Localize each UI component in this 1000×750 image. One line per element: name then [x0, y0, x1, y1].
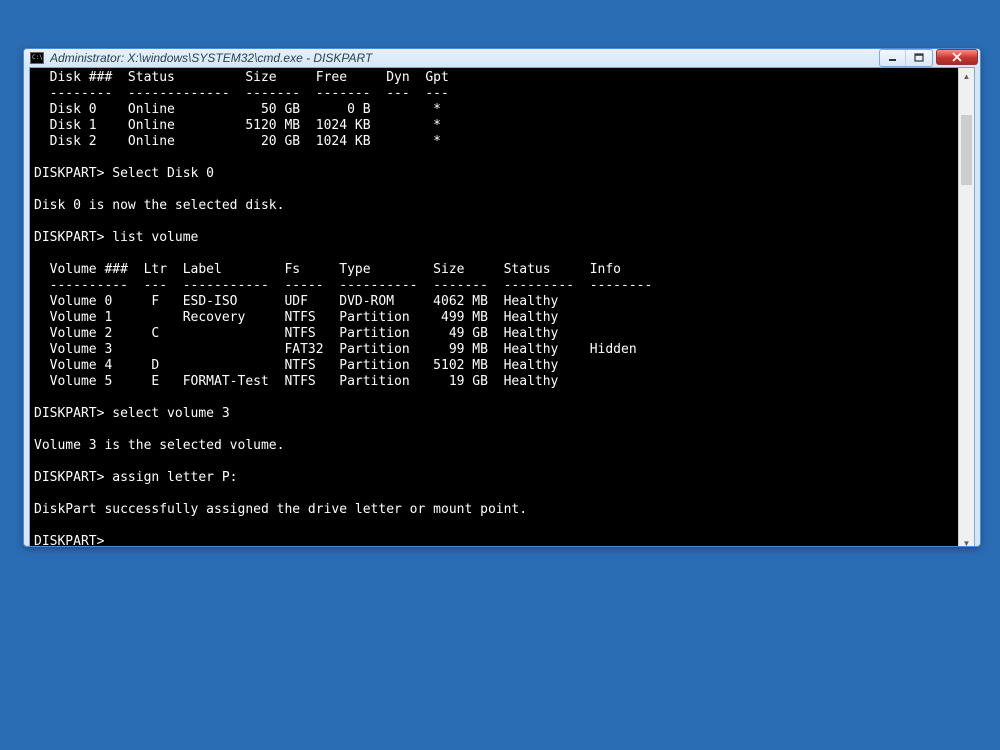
response-line: DiskPart successfully assigned the drive… [34, 502, 527, 517]
maximize-button[interactable] [906, 50, 932, 66]
response-line: Disk 0 is now the selected disk. [34, 198, 284, 213]
disk-list-divider: -------- ------------- ------- ------- -… [34, 86, 449, 101]
scroll-track[interactable] [959, 85, 974, 535]
disk-list-header: Disk ### Status Size Free Dyn Gpt [34, 70, 449, 85]
disk-row: Disk 0 Online 50 GB 0 B * [34, 102, 441, 117]
client-area: Disk ### Status Size Free Dyn Gpt ------… [29, 67, 975, 547]
vertical-scrollbar[interactable]: ▲ ▼ [958, 68, 974, 547]
prompt-line: DISKPART> assign letter P: [34, 470, 238, 485]
volume-row: Volume 2 C NTFS Partition 49 GB Healthy [34, 326, 558, 341]
minimize-icon [888, 53, 898, 63]
volume-list-header: Volume ### Ltr Label Fs Type Size Status… [34, 262, 621, 277]
prompt-line: DISKPART> select volume 3 [34, 406, 230, 421]
chevron-up-icon: ▲ [963, 72, 971, 81]
chevron-down-icon: ▼ [963, 539, 971, 547]
maximize-icon [914, 53, 924, 63]
disk-row: Disk 1 Online 5120 MB 1024 KB * [34, 118, 441, 133]
scroll-down-button[interactable]: ▼ [959, 535, 974, 547]
title-bar[interactable]: C:\ Administrator: X:\windows\SYSTEM32\c… [24, 49, 980, 67]
volume-row: Volume 0 F ESD-ISO UDF DVD-ROM 4062 MB H… [34, 294, 558, 309]
scroll-up-button[interactable]: ▲ [959, 68, 974, 85]
prompt-line: DISKPART> Select Disk 0 [34, 166, 214, 181]
minimize-button[interactable] [880, 50, 906, 66]
window-title: Administrator: X:\windows\SYSTEM32\cmd.e… [50, 51, 879, 65]
disk-row: Disk 2 Online 20 GB 1024 KB * [34, 134, 441, 149]
prompt-line: DISKPART> list volume [34, 230, 198, 245]
window-controls [879, 49, 978, 67]
volume-list-divider: ---------- --- ----------- ----- -------… [34, 278, 652, 293]
min-max-group [879, 49, 933, 67]
close-icon [951, 52, 963, 62]
volume-row: Volume 1 Recovery NTFS Partition 499 MB … [34, 310, 558, 325]
volume-row: Volume 4 D NTFS Partition 5102 MB Health… [34, 358, 558, 373]
scroll-thumb[interactable] [961, 115, 972, 185]
cmd-window: C:\ Administrator: X:\windows\SYSTEM32\c… [23, 48, 981, 547]
volume-row: Volume 5 E FORMAT-Test NTFS Partition 19… [34, 374, 558, 389]
volume-row: Volume 3 FAT32 Partition 99 MB Healthy H… [34, 342, 637, 357]
close-button[interactable] [936, 49, 978, 65]
prompt-line: DISKPART> [34, 534, 104, 547]
console-output[interactable]: Disk ### Status Size Free Dyn Gpt ------… [30, 68, 958, 547]
cmd-icon: C:\ [30, 52, 44, 64]
response-line: Volume 3 is the selected volume. [34, 438, 284, 453]
